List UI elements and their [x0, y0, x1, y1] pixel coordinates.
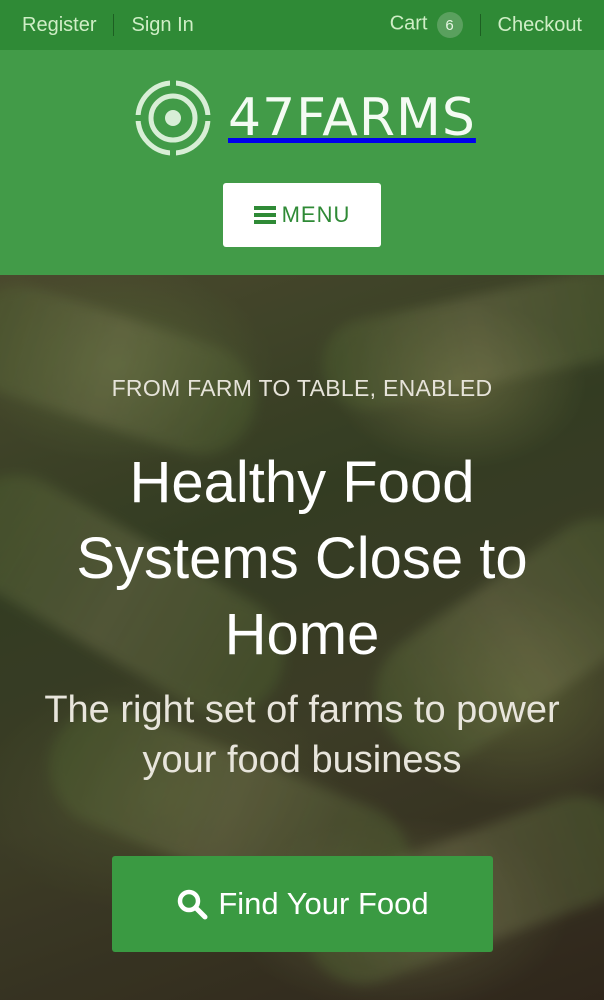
cart-label: Cart — [389, 12, 428, 35]
sign-in-link[interactable]: Sign In — [131, 14, 193, 37]
shopping-links: Cart 6 Checkout — [390, 12, 582, 38]
menu-button[interactable]: MENU — [223, 183, 381, 247]
menu-label: MENU — [281, 202, 351, 227]
checkout-link[interactable]: Checkout — [498, 14, 583, 37]
logo[interactable]: 47FARMS — [134, 79, 476, 157]
hamburger-icon — [253, 203, 276, 227]
hero-eyebrow: FROM FARM TO TABLE, ENABLED — [111, 375, 493, 401]
site-header: 47FARMS MENU — [0, 50, 604, 275]
account-links: Register Sign In — [22, 14, 194, 37]
cart-count-badge: 6 — [436, 12, 463, 38]
cta-label: Find Your Food — [218, 886, 429, 921]
hero-headline: Healthy Food Systems Close to Home — [76, 450, 528, 667]
search-icon — [178, 889, 208, 920]
divider — [479, 14, 481, 36]
register-link[interactable]: Register — [22, 14, 96, 37]
cart-link[interactable]: Cart 6 — [390, 12, 463, 38]
hero-section: FROM FARM TO TABLE, ENABLED Healthy Food… — [0, 275, 604, 1000]
logo-mark-icon — [134, 79, 212, 157]
divider — [113, 14, 115, 36]
find-your-food-button[interactable]: Find Your Food — [112, 856, 493, 952]
logo-text: 47FARMS — [228, 88, 476, 148]
hero-subhead: The right set of farms to power your foo… — [44, 689, 560, 781]
top-utility-bar: Register Sign In Cart 6 Checkout — [0, 0, 604, 50]
